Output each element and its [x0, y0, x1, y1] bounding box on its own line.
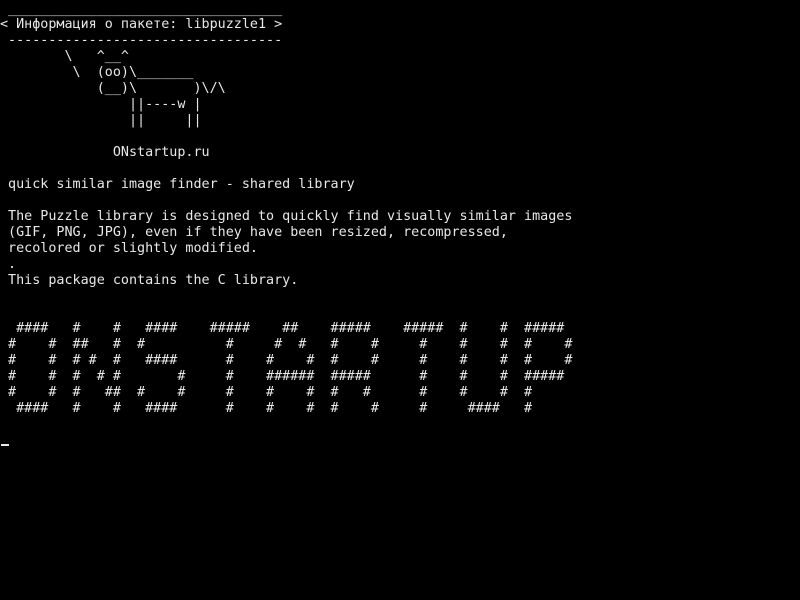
- banner-line: # # # # # #### # # # # # # # # # #: [0, 353, 573, 368]
- terminal-screen[interactable]: __________________________________ < Инф…: [0, 0, 800, 600]
- cow-art-line: \ ^__^: [0, 49, 129, 64]
- package-description-dot: .: [0, 257, 17, 272]
- banner-line: #### # # #### # # # # # # #### #: [0, 401, 533, 416]
- banner-line: # # # ## # # # # # # # # # # #: [0, 385, 533, 400]
- cow-art-line: (__)\ )\/\: [0, 81, 226, 96]
- text-cursor: [1, 444, 9, 446]
- cow-art-line: \ (oo)\_______: [0, 65, 194, 80]
- cowsay-bottom-border: ----------------------------------: [0, 33, 283, 48]
- site-label: ONstartup.ru: [0, 145, 210, 160]
- cow-art-line: ||----w |: [0, 97, 202, 112]
- banner-line: #### # # #### ##### ## ##### ##### # # #…: [0, 321, 565, 336]
- cowsay-message: < Информация о пакете: libpuzzle1 >: [0, 17, 283, 32]
- package-description-line: recolored or slightly modified.: [0, 241, 258, 256]
- cowsay-top-border: __________________________________: [0, 2, 283, 17]
- banner-line: # # ## # # # # # # # # # # # #: [0, 337, 573, 352]
- banner-line: # # # # # # # ###### ##### # # # #####: [0, 369, 565, 384]
- package-description-line: This package contains the C library.: [0, 273, 299, 288]
- package-description-line: The Puzzle library is designed to quickl…: [0, 209, 573, 224]
- package-description-line: (GIF, PNG, JPG), even if they have been …: [0, 225, 508, 240]
- cow-art-line: || ||: [0, 113, 202, 128]
- package-summary: quick similar image finder - shared libr…: [0, 177, 355, 192]
